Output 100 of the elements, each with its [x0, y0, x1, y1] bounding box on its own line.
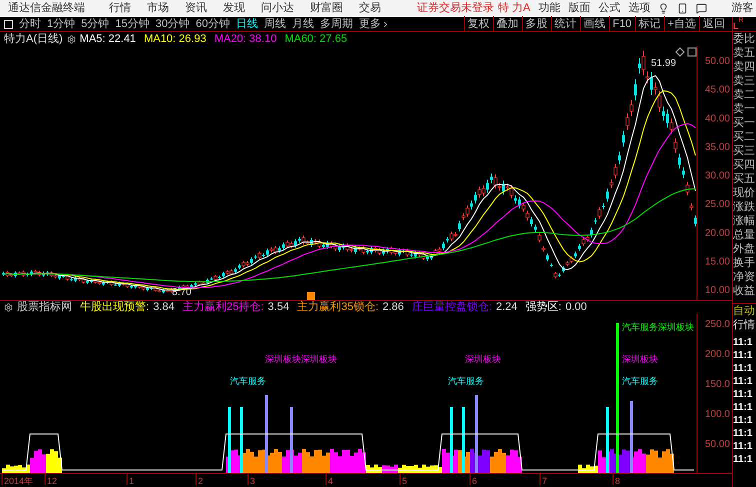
- date-label: 4: [328, 476, 334, 485]
- period-tab[interactable]: 30分钟: [156, 16, 190, 32]
- trade-time: 11:1: [733, 401, 754, 414]
- news-marker-icon[interactable]: [307, 292, 315, 300]
- toolbar-button[interactable]: +自选: [664, 16, 699, 32]
- menu-item[interactable]: 功能: [538, 2, 560, 15]
- toolbar-button[interactable]: 返回: [699, 16, 728, 32]
- date-label: 3: [250, 476, 256, 485]
- price-axis-label: 30.00: [704, 170, 730, 182]
- market-label: 行情: [733, 318, 756, 332]
- period-tab[interactable]: 1分钟: [47, 16, 76, 32]
- indicator-value: 0.00: [565, 300, 587, 316]
- panel-toggle[interactable]: L: [733, 21, 738, 31]
- price-axis-label: 10.00: [704, 285, 730, 296]
- toolbar-button[interactable]: 复权: [464, 16, 493, 32]
- diamond-icon[interactable]: [675, 47, 685, 57]
- quote-field-label: 涨幅: [733, 214, 756, 228]
- date-label: 1: [129, 476, 134, 485]
- panel-toggle-icon[interactable]: [4, 20, 13, 28]
- trade-time: 11:1: [733, 440, 754, 453]
- message-icon[interactable]: [696, 3, 708, 14]
- price-axis-label: 35.00: [704, 142, 730, 153]
- menu-item[interactable]: 行情: [105, 2, 135, 15]
- quote-field-label: 卖二: [733, 88, 756, 102]
- toolbar-button[interactable]: 标记: [634, 16, 664, 32]
- more-button[interactable]: 更多: [359, 16, 390, 32]
- menu-item[interactable]: 版面: [568, 2, 590, 15]
- indicator-name: 股票指标网: [17, 300, 72, 316]
- menu-item[interactable]: 公式: [598, 2, 620, 15]
- menu-item[interactable]: 交易: [355, 2, 385, 15]
- menu-item[interactable]: 财富圈: [306, 2, 347, 15]
- indicator-label: 庄巨量控盘锁仓:: [412, 300, 492, 316]
- settings-icon[interactable]: [66, 34, 76, 44]
- ma-legend: MA10: 26.93: [144, 30, 206, 48]
- signal-label: 汽车服务: [622, 376, 658, 386]
- toolbar-button[interactable]: F10: [608, 16, 635, 32]
- quote-field-label: 卖一: [733, 102, 756, 116]
- indicator-value: 2.86: [382, 300, 404, 316]
- phone-icon[interactable]: [677, 3, 688, 14]
- toolbar-button[interactable]: 统计: [550, 16, 580, 32]
- indicator-value: 3.54: [268, 300, 290, 316]
- chevron-icon: [381, 20, 390, 28]
- price-axis-label: 20.00: [704, 228, 730, 239]
- quote-field-label: 总量: [733, 228, 756, 242]
- period-tab[interactable]: 5分钟: [81, 16, 110, 32]
- indicator-axis-label: 150.0: [704, 379, 730, 390]
- period-tab[interactable]: 分时: [19, 16, 41, 32]
- toolbar-button[interactable]: 叠加: [492, 16, 522, 32]
- date-label: 7: [542, 476, 548, 485]
- indicator-axis-label: 50.00: [704, 439, 730, 450]
- window-icon[interactable]: [688, 48, 696, 56]
- indicator-label: 主力赢利35锁仓:: [297, 300, 378, 316]
- quote-field-label: 买五: [733, 172, 756, 186]
- app-name: 通达信金融终端: [8, 2, 85, 15]
- chart-title: 特力A(日线): [4, 32, 63, 47]
- quote-field-label: 买三: [733, 144, 756, 158]
- trade-time: 11:1: [733, 427, 754, 440]
- menu-item[interactable]: 市场: [143, 2, 173, 15]
- quote-field-label: 买一: [733, 116, 756, 130]
- indicator-axis-label: 200.0: [704, 349, 730, 360]
- ma-legend: MA5: 22.41: [80, 30, 136, 48]
- low-price-label: 8.70: [172, 287, 192, 298]
- date-label: 5: [402, 476, 408, 485]
- toolbar-button[interactable]: 画线: [580, 16, 609, 32]
- indicator-value: 2.24: [496, 300, 518, 316]
- menu-item[interactable]: 问小达: [257, 2, 298, 15]
- signal-label: 汽车服务: [448, 376, 484, 386]
- menu-item[interactable]: 选项: [628, 2, 650, 15]
- quote-field-label: 卖四: [733, 60, 756, 74]
- period-tab[interactable]: 60分钟: [196, 16, 230, 32]
- date-label: 12: [47, 476, 58, 485]
- settings-icon[interactable]: [4, 303, 13, 312]
- signal-label: 深圳板块深圳板块: [265, 354, 337, 364]
- date-label: 2: [198, 476, 204, 485]
- signal-label: 汽车服务: [230, 376, 266, 386]
- price-axis-label: 40.00: [704, 113, 730, 124]
- period-tab[interactable]: 多周期: [320, 16, 353, 32]
- price-axis-label: 15.00: [704, 256, 730, 268]
- ma-legend: MA20: 38.10: [214, 30, 277, 48]
- login-notice: 证券交易未登录: [417, 2, 494, 15]
- menu-item[interactable]: 发现: [219, 2, 249, 15]
- user-button[interactable]: 游客: [731, 2, 754, 15]
- period-tab[interactable]: 15分钟: [115, 16, 150, 32]
- ma-legend: MA60: 27.65: [284, 30, 348, 48]
- stock-name: 特 力A: [498, 2, 530, 15]
- period-tab[interactable]: 月线: [292, 16, 314, 32]
- menu-item[interactable]: 资讯: [181, 2, 211, 15]
- trade-time: 11:1: [733, 453, 754, 466]
- quote-field-label: 买四: [733, 158, 756, 172]
- trade-time: 11:1: [733, 349, 754, 362]
- signal-label: 深圳板块: [465, 354, 501, 364]
- period-tab[interactable]: 日线: [236, 16, 258, 32]
- quote-field-label: 涨跌: [733, 200, 756, 214]
- quote-field-label: 买二: [733, 130, 756, 144]
- auto-label: 自动: [733, 303, 756, 318]
- quote-field-label: 委比: [733, 32, 756, 46]
- toolbar-button[interactable]: 多股: [522, 16, 551, 32]
- indicator-label: 主力赢利25持仓:: [182, 300, 264, 316]
- period-tab[interactable]: 周线: [264, 16, 286, 32]
- lightbulb-icon[interactable]: [658, 3, 670, 14]
